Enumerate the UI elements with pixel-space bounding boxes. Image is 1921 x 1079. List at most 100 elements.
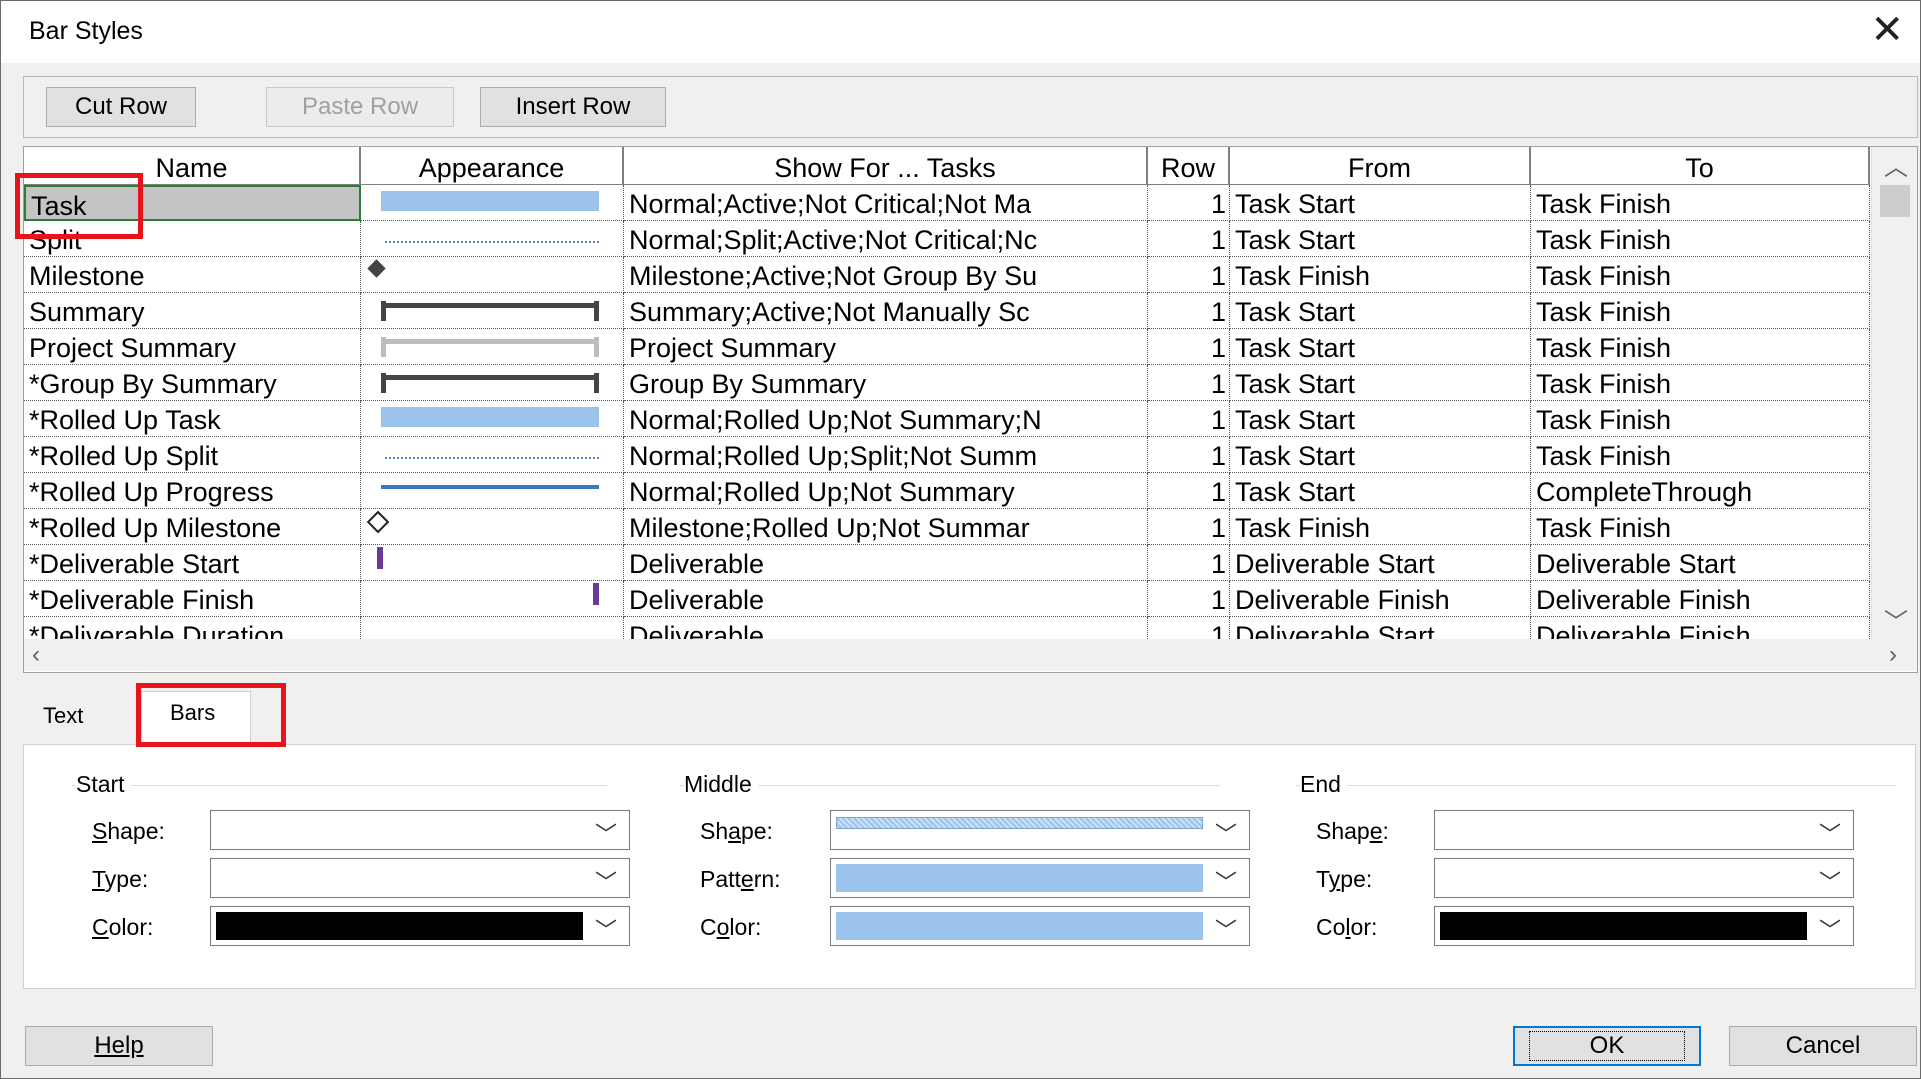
cell-show[interactable]: Deliverable	[624, 581, 1148, 617]
cell-appearance[interactable]	[361, 329, 624, 365]
cell-appearance[interactable]	[361, 509, 624, 545]
table-row[interactable]: *Rolled Up Split Normal;Rolled Up;Split;N…	[24, 437, 1870, 473]
cell-appearance[interactable]	[361, 581, 624, 617]
help-button[interactable]: Help	[25, 1026, 213, 1066]
cell-from[interactable]: Task Start	[1230, 185, 1531, 221]
vertical-scrollbar[interactable]: ︿ ﹀	[1871, 147, 1917, 639]
cell-show[interactable]: Milestone;Rolled Up;Not Summar	[624, 509, 1148, 545]
table-row[interactable]: Split Normal;Split;Active;Not Critical;Nc…	[24, 221, 1870, 257]
cell-appearance[interactable]	[361, 437, 624, 473]
table-row[interactable]: Project Summary Project Summary 1 Task Star…	[24, 329, 1870, 365]
scroll-left-icon[interactable]: ‹	[32, 641, 40, 669]
cell-from[interactable]: Task Start	[1230, 365, 1531, 401]
column-header[interactable]: Row	[1148, 147, 1230, 185]
cell-name[interactable]: Milestone	[24, 257, 361, 293]
cell-to[interactable]: Deliverable Start	[1531, 545, 1870, 581]
cell-to[interactable]: Deliverable Finish	[1531, 581, 1870, 617]
cell-to[interactable]: Task Finish	[1531, 257, 1870, 293]
scroll-thumb[interactable]	[1880, 185, 1910, 217]
cell-show[interactable]: Normal;Rolled Up;Not Summary	[624, 473, 1148, 509]
cell-name[interactable]: *Deliverable Start	[24, 545, 361, 581]
end-color-select[interactable]: ﹀	[1434, 906, 1854, 946]
cell-name[interactable]: Summary	[24, 293, 361, 329]
tab-text[interactable]: Text	[43, 703, 83, 729]
cell-name[interactable]: *Rolled Up Split	[24, 437, 361, 473]
column-header[interactable]: To	[1531, 147, 1870, 185]
middle-shape-select[interactable]: ﹀	[830, 810, 1250, 850]
table-row[interactable]: *Rolled Up Progress Normal;Rolled Up;Not …	[24, 473, 1870, 509]
cell-appearance[interactable]	[361, 293, 624, 329]
cell-to[interactable]: Task Finish	[1531, 509, 1870, 545]
cell-to[interactable]: Task Finish	[1531, 185, 1870, 221]
column-header[interactable]: Show For ... Tasks	[624, 147, 1148, 185]
cell-show[interactable]: Summary;Active;Not Manually Sc	[624, 293, 1148, 329]
middle-color-select[interactable]: ﹀	[830, 906, 1250, 946]
cell-to[interactable]: Task Finish	[1531, 365, 1870, 401]
table-row[interactable]: Milestone Milestone;Active;Not Group By S…	[24, 257, 1870, 293]
start-color-select[interactable]: ﹀	[210, 906, 630, 946]
cell-from[interactable]: Task Start	[1230, 329, 1531, 365]
start-type-select[interactable]: ﹀	[210, 858, 630, 898]
ok-button[interactable]: OK	[1513, 1026, 1701, 1066]
cell-from[interactable]: Deliverable Start	[1230, 545, 1531, 581]
cell-show[interactable]: Milestone;Active;Not Group By Su	[624, 257, 1148, 293]
cell-row[interactable]: 1	[1148, 257, 1230, 293]
cell-appearance[interactable]	[361, 185, 624, 221]
table-row[interactable]: *Deliverable Start Deliverable 1 Deliverabl…	[24, 545, 1870, 581]
cell-row[interactable]: 1	[1148, 473, 1230, 509]
cell-row[interactable]: 1	[1148, 545, 1230, 581]
cell-row[interactable]: 1	[1148, 509, 1230, 545]
cell-to[interactable]: Task Finish	[1531, 329, 1870, 365]
paste-row-button[interactable]: Paste Row	[266, 87, 454, 127]
cell-from[interactable]: Task Start	[1230, 437, 1531, 473]
table-row[interactable]: Task Normal;Active;Not Critical;Not Ma 1 Ta…	[24, 185, 1870, 221]
cell-from[interactable]: Task Start	[1230, 221, 1531, 257]
table-row[interactable]: *Deliverable Finish Deliverable 1 Deliverab…	[24, 581, 1870, 617]
table-row[interactable]: *Rolled Up Milestone Milestone;Rolled Up;…	[24, 509, 1870, 545]
cell-appearance[interactable]	[361, 545, 624, 581]
cell-show[interactable]: Normal;Rolled Up;Split;Not Summ	[624, 437, 1148, 473]
column-header[interactable]: Appearance	[361, 147, 624, 185]
table-row[interactable]: *Group By Summary Group By Summary 1 Task S…	[24, 365, 1870, 401]
cell-name[interactable]: Project Summary	[24, 329, 361, 365]
cut-row-button[interactable]: Cut Row	[46, 87, 196, 127]
cell-appearance[interactable]	[361, 401, 624, 437]
table-row[interactable]: Summary Summary;Active;Not Manually Sc 1 Ta…	[24, 293, 1870, 329]
cell-from[interactable]: Task Start	[1230, 401, 1531, 437]
cancel-button[interactable]: Cancel	[1729, 1026, 1917, 1066]
cell-show[interactable]: Deliverable	[624, 545, 1148, 581]
cell-name[interactable]: *Deliverable Finish	[24, 581, 361, 617]
cell-name[interactable]: *Rolled Up Task	[24, 401, 361, 437]
middle-pattern-select[interactable]: ﹀	[830, 858, 1250, 898]
cell-show[interactable]: Normal;Rolled Up;Not Summary;N	[624, 401, 1148, 437]
cell-to[interactable]: Task Finish	[1531, 221, 1870, 257]
cell-appearance[interactable]	[361, 473, 624, 509]
cell-name[interactable]: *Rolled Up Progress	[24, 473, 361, 509]
end-type-select[interactable]: ﹀	[1434, 858, 1854, 898]
cell-row[interactable]: 1	[1148, 293, 1230, 329]
cell-row[interactable]: 1	[1148, 365, 1230, 401]
cell-from[interactable]: Task Finish	[1230, 257, 1531, 293]
cell-from[interactable]: Task Start	[1230, 473, 1531, 509]
cell-show[interactable]: Normal;Split;Active;Not Critical;Nc	[624, 221, 1148, 257]
scroll-down-icon[interactable]: ﹀	[1884, 602, 1908, 637]
cell-appearance[interactable]	[361, 221, 624, 257]
cell-row[interactable]: 1	[1148, 401, 1230, 437]
cell-to[interactable]: Task Finish	[1531, 293, 1870, 329]
cell-row[interactable]: 1	[1148, 221, 1230, 257]
cell-to[interactable]: CompleteThrough	[1531, 473, 1870, 509]
scroll-up-icon[interactable]: ︿	[1884, 147, 1908, 182]
cell-row[interactable]: 1	[1148, 329, 1230, 365]
cell-show[interactable]: Group By Summary	[624, 365, 1148, 401]
cell-show[interactable]: Normal;Active;Not Critical;Not Ma	[624, 185, 1148, 221]
column-header[interactable]: From	[1230, 147, 1531, 185]
cell-from[interactable]: Task Finish	[1230, 509, 1531, 545]
cell-to[interactable]: Task Finish	[1531, 401, 1870, 437]
insert-row-button[interactable]: Insert Row	[480, 87, 666, 127]
start-shape-select[interactable]: ﹀	[210, 810, 630, 850]
cell-appearance[interactable]	[361, 257, 624, 293]
cell-show[interactable]: Project Summary	[624, 329, 1148, 365]
cell-appearance[interactable]	[361, 365, 624, 401]
cell-to[interactable]: Task Finish	[1531, 437, 1870, 473]
end-shape-select[interactable]: ﹀	[1434, 810, 1854, 850]
